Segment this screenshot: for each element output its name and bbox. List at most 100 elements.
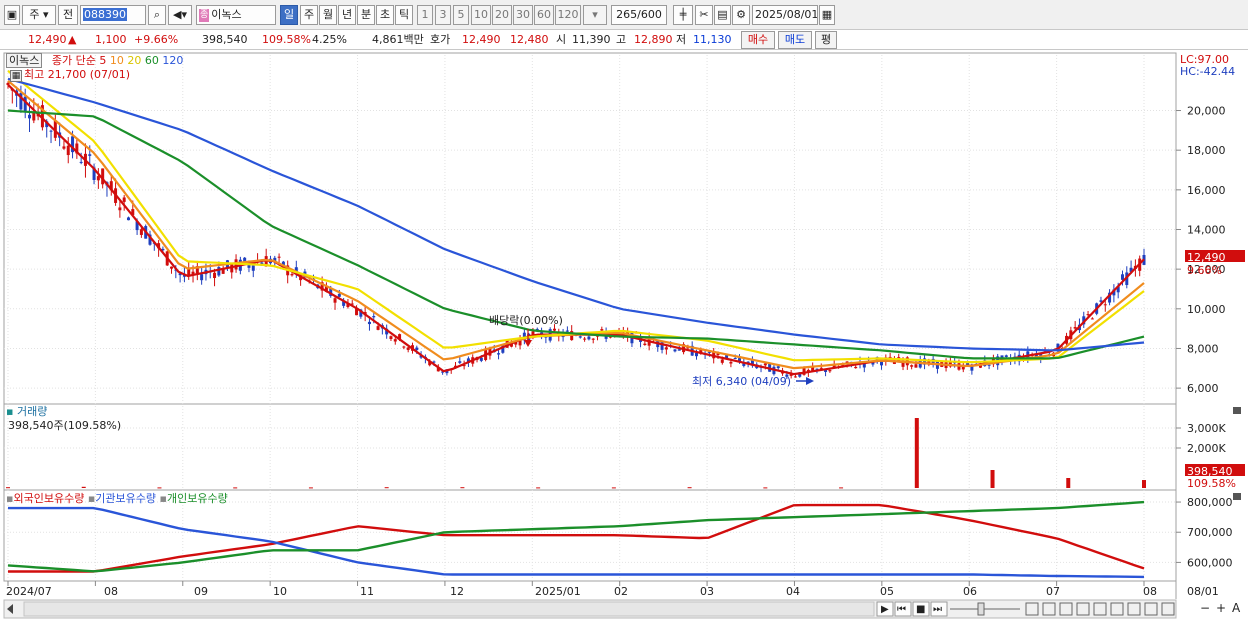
chart-menu-icon[interactable]: ▣ <box>4 5 20 25</box>
pane-collapse-icon[interactable] <box>1233 493 1241 500</box>
period-type-select[interactable]: 주 ▾ <box>22 5 56 25</box>
price-legend: 이녹스 종가 단순 5 10 20 60 120 <box>6 53 184 68</box>
low-annotation: 최저 6,340 (04/09) <box>692 375 792 388</box>
x-label: 10 <box>273 585 287 598</box>
forward-icon[interactable]: ⏭ <box>933 603 942 616</box>
candle <box>565 330 569 332</box>
pane-collapse-icon[interactable] <box>1233 407 1241 414</box>
volume-sub: 398,540주(109.58%) <box>8 419 122 432</box>
x-label: 08/01 <box>1187 585 1219 598</box>
interval-week[interactable]: 주 <box>300 5 318 25</box>
stock-name-field[interactable]: 종 이녹스 <box>196 5 276 25</box>
grid-icon[interactable]: ▦ <box>10 70 22 82</box>
candle <box>987 364 991 366</box>
custom-count-select[interactable]: ▾ <box>583 5 607 25</box>
gear-icon[interactable]: ⚙ <box>732 5 750 25</box>
candle <box>28 114 32 119</box>
period-type-label: 주 <box>29 8 40 21</box>
count-total: /600 <box>637 8 662 21</box>
candle <box>337 293 341 297</box>
high-annotation: 최고 21,700 (07/01) <box>24 68 131 81</box>
holdings-y-tick-label: 700,000 <box>1187 526 1233 539</box>
price-y-tick-label: 20,000 <box>1187 105 1226 118</box>
date-field[interactable]: 2025/08/01 <box>752 5 818 25</box>
volume-pane <box>3 403 1177 491</box>
candle <box>497 353 501 355</box>
auto-scale-icon[interactable]: A <box>1232 602 1240 615</box>
interval-month[interactable]: 월 <box>319 5 337 25</box>
candle <box>139 229 143 235</box>
save-icon[interactable]: ▤ <box>714 5 731 25</box>
candle <box>79 161 83 163</box>
price-y-tick-label: 10,000 <box>1187 303 1226 316</box>
tick-count-3[interactable]: 3 <box>435 5 451 25</box>
candle <box>763 363 767 366</box>
trade-value: 4,861백만 <box>372 33 424 46</box>
sell-button[interactable]: 매도 <box>778 31 812 49</box>
stock-code-value: 088390 <box>83 8 127 21</box>
stock-chart[interactable]: 6,0008,00010,00012,00014,00016,00018,000… <box>0 51 1248 621</box>
change-percent: +9.66% <box>134 33 179 46</box>
high-label: 고 <box>616 33 627 46</box>
interval-minute[interactable]: 분 <box>357 5 375 25</box>
play-icon[interactable]: ▶ <box>881 603 889 616</box>
ma-60-label: 60 <box>144 54 159 67</box>
hc-value: HC:-42.44 <box>1180 65 1236 78</box>
candle <box>664 347 668 350</box>
stop-icon[interactable]: ■ <box>916 603 925 616</box>
price-y-tick-label: 18,000 <box>1187 144 1226 157</box>
tick-count-120[interactable]: 120 <box>555 5 581 25</box>
tick-count-10[interactable]: 10 <box>471 5 491 25</box>
ma-120-label: 120 <box>162 54 184 67</box>
buy-button[interactable]: 매수 <box>741 31 775 49</box>
interval-year[interactable]: 년 <box>338 5 356 25</box>
tick-count-30[interactable]: 30 <box>513 5 533 25</box>
open-label: 시 <box>556 33 567 46</box>
interval-tick[interactable]: 틱 <box>395 5 413 25</box>
candle <box>251 265 255 271</box>
tick-count-1[interactable]: 1 <box>417 5 433 25</box>
candle <box>277 256 281 258</box>
candle <box>828 370 832 372</box>
x-label: 08 <box>1143 585 1157 598</box>
candle <box>694 352 698 357</box>
volume-bar <box>81 486 86 488</box>
candle <box>862 363 866 368</box>
tick-count-20[interactable]: 20 <box>492 5 512 25</box>
ma-20-label: 20 <box>127 54 142 67</box>
volume-bar <box>1142 480 1146 488</box>
candle <box>643 343 647 346</box>
interval-second[interactable]: 초 <box>376 5 394 25</box>
volume-bar <box>990 470 995 488</box>
calendar-icon[interactable]: ▦ <box>819 5 835 25</box>
open-price: 11,390 <box>572 33 611 46</box>
tick-count-5[interactable]: 5 <box>453 5 469 25</box>
rewind-icon[interactable]: ⏮ <box>897 603 906 616</box>
last-price-value: 12,490 <box>1187 251 1226 264</box>
volume-legend: ▪ 거래량 <box>6 405 48 418</box>
scroll-track[interactable] <box>23 601 875 617</box>
candle-icon[interactable]: ╪ <box>673 5 693 25</box>
price-pane <box>3 52 1177 405</box>
zoom-in-icon[interactable]: + <box>1216 602 1226 615</box>
ma-10-label: 10 <box>109 54 124 67</box>
prev-button[interactable]: 전 <box>58 5 78 25</box>
interval-day[interactable]: 일 <box>280 5 298 25</box>
candle <box>458 361 462 363</box>
tick-count-60[interactable]: 60 <box>534 5 554 25</box>
ma-5-label: 5 <box>99 54 107 67</box>
speaker-icon[interactable]: ◀▾ <box>168 5 192 25</box>
ask-label: 호가 <box>430 33 451 46</box>
individual-holdings-label: 개인보유수량 <box>166 492 228 505</box>
holdings-legend: ▪외국인보유수량 ▪기관보유수량 ▪개인보유수량 <box>6 492 228 505</box>
zoom-out-icon[interactable]: − <box>1200 602 1210 615</box>
avg-button[interactable]: 평 <box>815 31 837 49</box>
candle <box>1103 304 1107 306</box>
x-label: 11 <box>360 585 374 598</box>
x-label: 08 <box>104 585 118 598</box>
stock-code-input[interactable]: 088390 <box>80 5 146 25</box>
data-count-field[interactable]: 265/600 <box>611 5 667 25</box>
candle <box>591 338 595 340</box>
search-icon[interactable]: ⌕ <box>148 5 166 25</box>
tool-icon[interactable]: ✂ <box>695 5 713 25</box>
